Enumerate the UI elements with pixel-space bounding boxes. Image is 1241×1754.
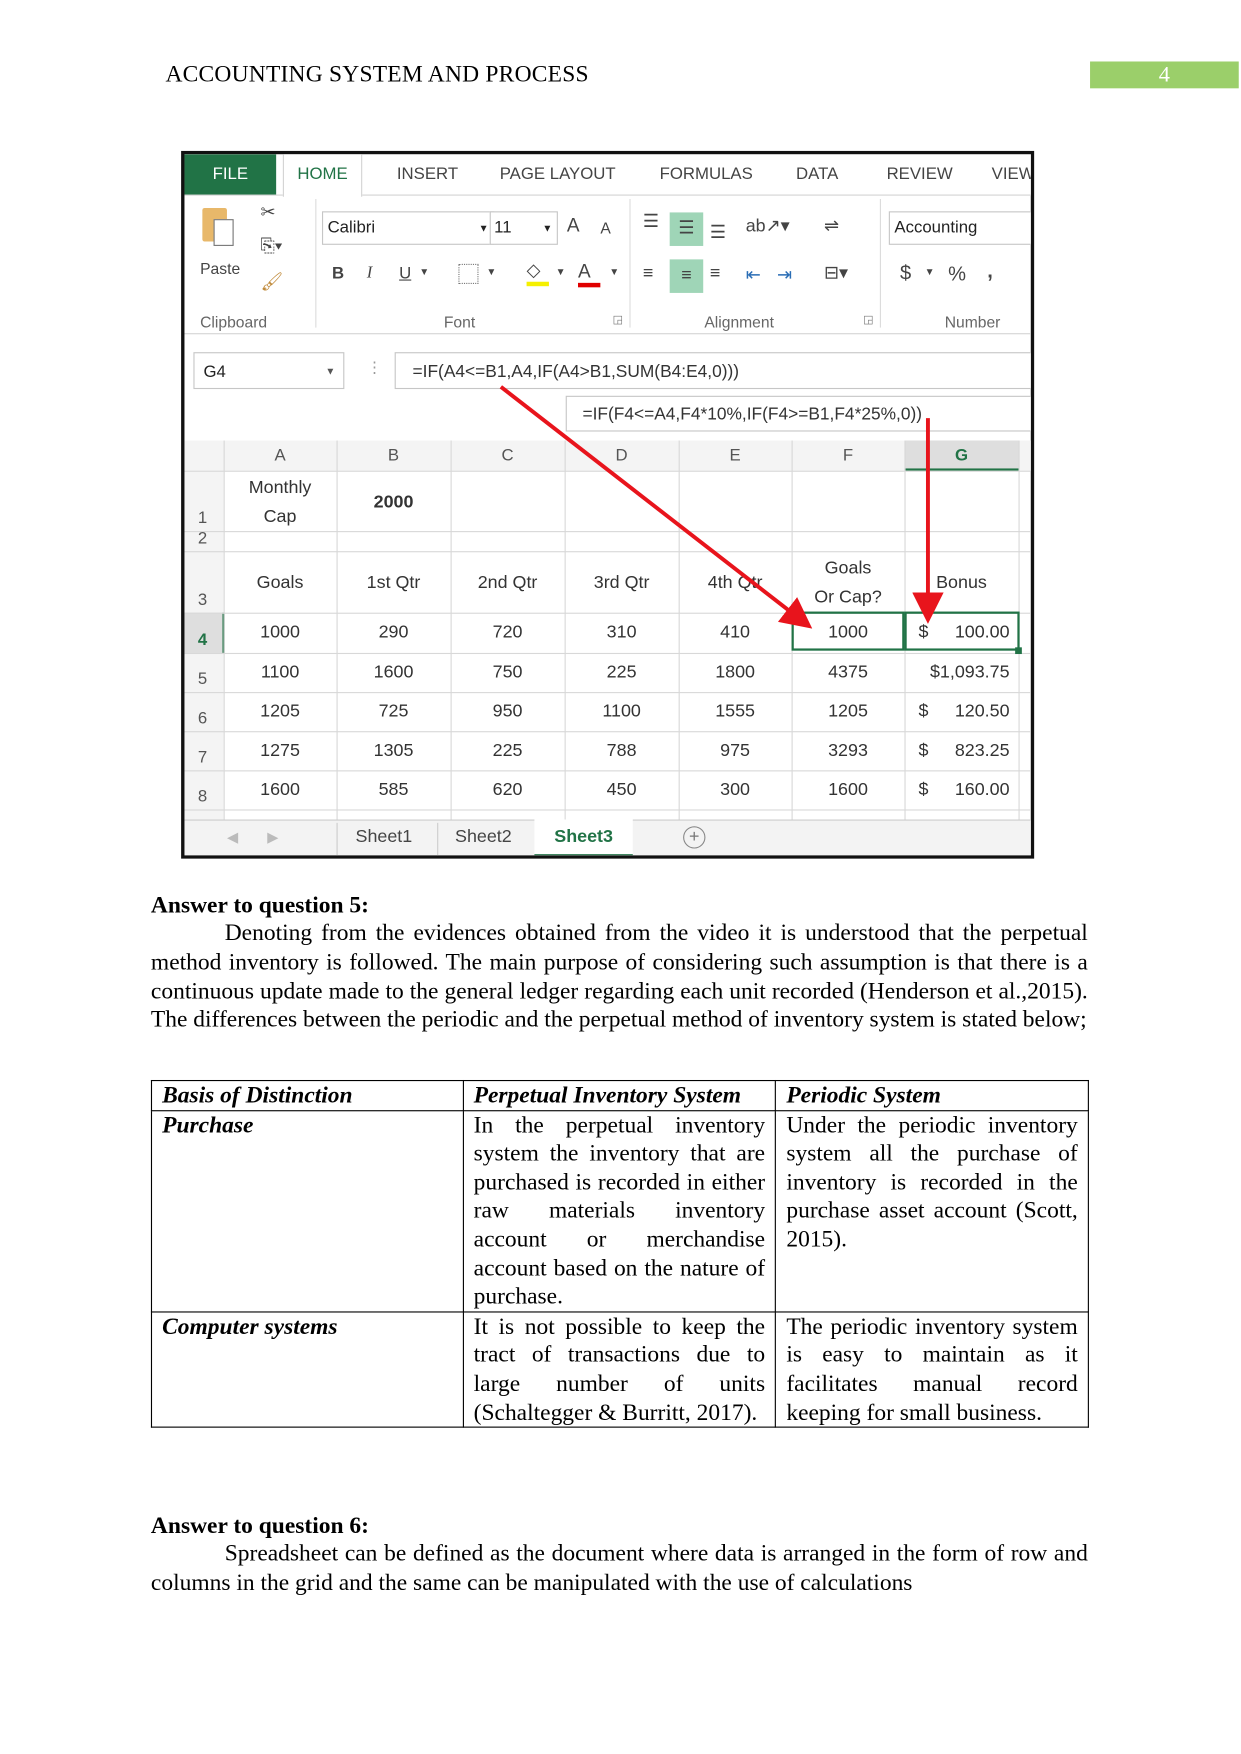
running-header: ACCOUNTING SYSTEM AND PROCESS bbox=[165, 60, 589, 88]
row-periodic: Under the periodic inventory system all … bbox=[775, 1109, 1089, 1313]
row-perpetual: In the perpetual inventory system the in… bbox=[462, 1109, 777, 1313]
q6-paragraph: Spreadsheet can be defined as the docume… bbox=[150, 1539, 1088, 1596]
row-basis: Computer systems bbox=[150, 1311, 464, 1428]
row-basis: Purchase bbox=[150, 1109, 464, 1313]
comparison-table: Basis of Distinction Perpetual Inventory… bbox=[150, 1079, 1089, 1428]
q6-heading: Answer to question 6: bbox=[150, 1511, 369, 1539]
header-basis: Basis of Distinction bbox=[150, 1079, 464, 1111]
page-number: 4 bbox=[1090, 61, 1239, 89]
table-header-row: Basis of Distinction Perpetual Inventory… bbox=[150, 1079, 1089, 1111]
row-periodic: The periodic inventory system is easy to… bbox=[775, 1311, 1089, 1428]
row-perpetual: It is not possible to keep the tract of … bbox=[462, 1311, 777, 1428]
annotation-arrows bbox=[499, 385, 944, 629]
arrow-to-f4 bbox=[499, 385, 813, 629]
header-periodic: Periodic System bbox=[775, 1079, 1089, 1111]
document-page: ACCOUNTING SYSTEM AND PROCESS 4 FILE HOM… bbox=[0, 0, 1241, 1754]
q5-paragraph: Denoting from the evidences obtained fro… bbox=[150, 918, 1088, 1033]
excel-screenshot: FILE HOME INSERT PAGE LAYOUT FORMULAS DA… bbox=[181, 150, 1035, 859]
q5-heading: Answer to question 5: bbox=[150, 891, 369, 918]
table-row: Computer systems It is not possible to k… bbox=[150, 1311, 1089, 1428]
header-perpetual: Perpetual Inventory System bbox=[462, 1079, 777, 1111]
table-row: Purchase In the perpetual inventory syst… bbox=[150, 1109, 1089, 1313]
